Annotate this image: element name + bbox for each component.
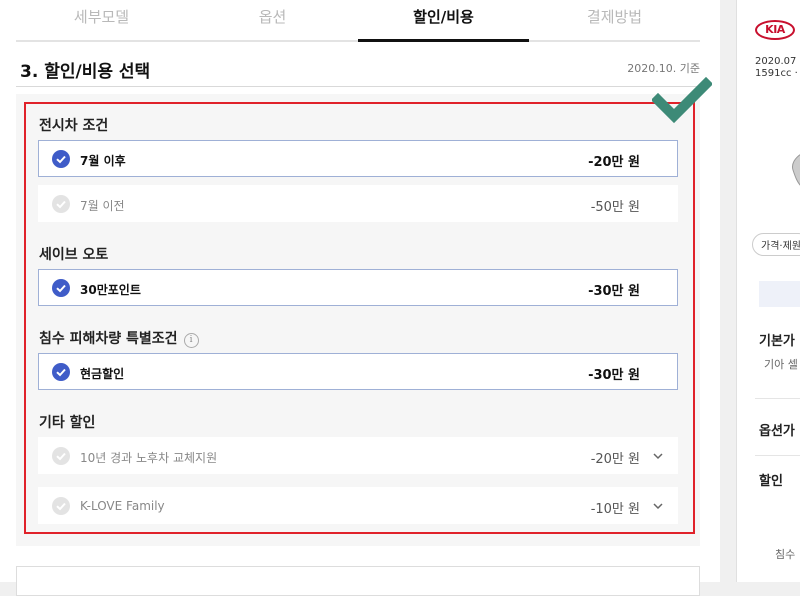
- tab-discount[interactable]: 할인/비용: [358, 6, 529, 27]
- sidebar-option-price: 옵션가: [759, 424, 795, 439]
- sidebar-divider: [755, 398, 800, 399]
- kia-logo: KIA: [755, 20, 795, 40]
- main-content: 세부모델 옵션 할인/비용 결제방법 3. 할인/비용 선택 2020.10. …: [0, 0, 720, 596]
- section-divider: [16, 86, 700, 87]
- sidebar-flood: 침수: [775, 548, 796, 561]
- section-date: 2020.10. 기준: [627, 62, 700, 75]
- summary-sidebar: KIA 2020.07 출 1591cc · 가격·제원 기본가 기아 셀 옵션…: [736, 0, 800, 582]
- tab-detail-model[interactable]: 세부모델: [16, 6, 187, 27]
- logo-text: KIA: [765, 23, 785, 36]
- next-section-box: [16, 566, 700, 596]
- sidebar-bar: [759, 281, 800, 307]
- sidebar-kia-sel: 기아 셀: [764, 358, 798, 371]
- sidebar-discount: 할인: [759, 474, 783, 489]
- tab-payment[interactable]: 결제방법: [529, 6, 700, 27]
- highlight-box: [24, 102, 695, 534]
- price-spec-button[interactable]: 가격·제원: [752, 233, 800, 256]
- sidebar-divider: [755, 455, 800, 456]
- tab-options[interactable]: 옵션: [187, 6, 358, 27]
- sidebar-base-price: 기본가: [759, 334, 795, 349]
- sidebar-model-date: 2020.07 출: [755, 56, 800, 67]
- sidebar-engine: 1591cc ·: [755, 68, 798, 79]
- active-tab-indicator: [358, 39, 529, 42]
- checkmark-icon: [652, 76, 712, 124]
- car-image-icon: [792, 154, 800, 186]
- step-tabs: 세부모델 옵션 할인/비용 결제방법: [16, 0, 700, 42]
- section-title: 3. 할인/비용 선택: [20, 62, 151, 82]
